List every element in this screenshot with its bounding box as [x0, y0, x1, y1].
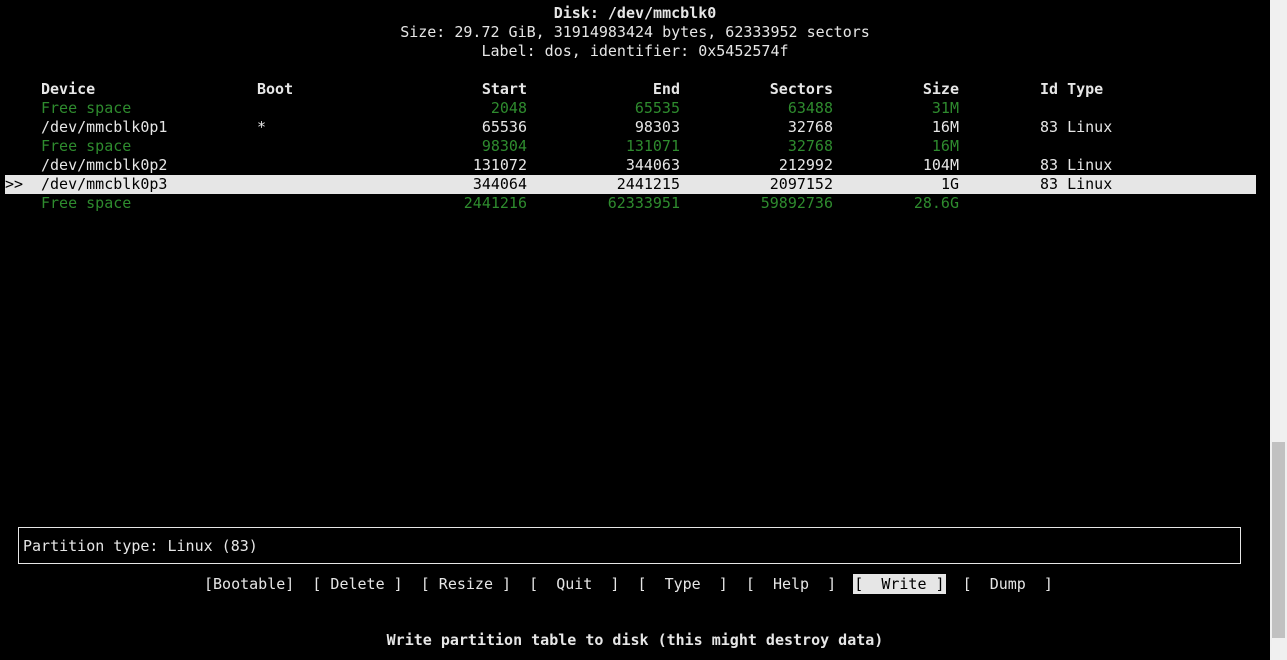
menu-spacer [403, 575, 421, 593]
menu-write-button[interactable]: [ Write ] [853, 574, 946, 594]
cell-size: 16M [931, 137, 959, 155]
menu-type-button[interactable]: [ Type ] [638, 575, 728, 593]
cell-device: /dev/mmcblk0p1 [41, 118, 168, 136]
menu-spacer [619, 575, 637, 593]
cell-sectors: 63488 [787, 99, 833, 117]
cell-size: 28.6G [913, 194, 959, 212]
cell-start: 131072 [472, 156, 527, 174]
partition-row[interactable]: /dev/mmcblk0p1 * 65536 98303 32768 16M 83 Linu… [0, 118, 1270, 137]
free-space-row[interactable]: Free space 2441216 62333951 59892736 28.6G [0, 194, 1270, 213]
cell-device: Free space [41, 137, 132, 155]
vertical-scrollbar[interactable] [1270, 0, 1287, 660]
cell-idtype: 83 Linux [1040, 118, 1113, 136]
menu-bootable-button[interactable]: [Bootable] [204, 575, 294, 593]
column-sectors: Sectors [769, 80, 833, 98]
menu-spacer [728, 575, 746, 593]
column-boot: Boot [257, 80, 294, 98]
cell-end: 2441215 [616, 175, 680, 193]
menu-spacer [836, 575, 854, 593]
info-box: Partition type: Linux (83) [18, 527, 1241, 564]
cell-device: Free space [41, 99, 132, 117]
cell-start: 98304 [481, 137, 527, 155]
disk-size: Size: 29.72 GiB, 31914983424 bytes, 6233… [400, 23, 870, 41]
cell-sectors: 32768 [787, 118, 833, 136]
menu-spacer [294, 575, 312, 593]
cell-end: 344063 [625, 156, 680, 174]
cell-end: 62333951 [607, 194, 680, 212]
disk-title: Disk: /dev/mmcblk0 [553, 4, 717, 22]
menu-spacer [511, 575, 529, 593]
cell-device: /dev/mmcblk0p2 [41, 156, 168, 174]
cell-size: 104M [922, 156, 959, 174]
cell-sectors: 2097152 [769, 175, 833, 193]
command-menu: [Bootable] [ Delete ] [ Resize ] [ Quit … [204, 574, 1053, 594]
cell-sectors: 212992 [778, 156, 833, 174]
free-space-row[interactable]: Free space 98304 131071 32768 16M [0, 137, 1270, 156]
menu-dump-button[interactable]: [ Dump ] [963, 575, 1053, 593]
cell-marker: >> [5, 175, 24, 193]
partition-type-info: Partition type: Linux (83) [23, 537, 258, 555]
cell-sectors: 59892736 [760, 194, 833, 212]
table-header: Device Boot Start End Sectors Size Id Ty… [0, 80, 1270, 99]
cell-device: Free space [41, 194, 132, 212]
column-size: Size [922, 80, 959, 98]
menu-resize-button[interactable]: [ Resize ] [421, 575, 511, 593]
cell-start: 2441216 [463, 194, 527, 212]
column-device: Device [41, 80, 96, 98]
cell-size: 1G [940, 175, 959, 193]
cell-size: 16M [931, 118, 959, 136]
free-space-row[interactable]: Free space 2048 65535 63488 31M [0, 99, 1270, 118]
cell-start: 65536 [481, 118, 527, 136]
partition-row[interactable]: >> /dev/mmcblk0p3 344064 2441215 2097152 1G 83… [5, 175, 1256, 194]
column-end: End [652, 80, 680, 98]
menu-quit-button[interactable]: [ Quit ] [529, 575, 619, 593]
cell-end: 98303 [634, 118, 680, 136]
scrollbar-thumb[interactable] [1272, 442, 1285, 638]
disk-label: Label: dos, identifier: 0x5452574f [481, 42, 789, 60]
menu-spacer [945, 575, 963, 593]
cell-boot: * [257, 118, 267, 136]
hint-text: Write partition table to disk (this migh… [386, 631, 884, 649]
menu-help-button[interactable]: [ Help ] [746, 575, 836, 593]
partition-row[interactable]: /dev/mmcblk0p2 131072 344063 212992 104M 83 L… [0, 156, 1270, 175]
cell-device: /dev/mmcblk0p3 [41, 175, 168, 193]
menu-delete-button[interactable]: [ Delete ] [312, 575, 402, 593]
cell-start: 344064 [472, 175, 527, 193]
cell-idtype: 83 Linux [1040, 175, 1113, 193]
cell-end: 65535 [634, 99, 680, 117]
cell-sectors: 32768 [787, 137, 833, 155]
cell-end: 131071 [625, 137, 680, 155]
cell-size: 31M [931, 99, 959, 117]
cell-start: 2048 [490, 99, 527, 117]
column-start: Start [481, 80, 527, 98]
cell-idtype: 83 Linux [1040, 156, 1113, 174]
column-id-type: Id Type [1040, 80, 1104, 98]
